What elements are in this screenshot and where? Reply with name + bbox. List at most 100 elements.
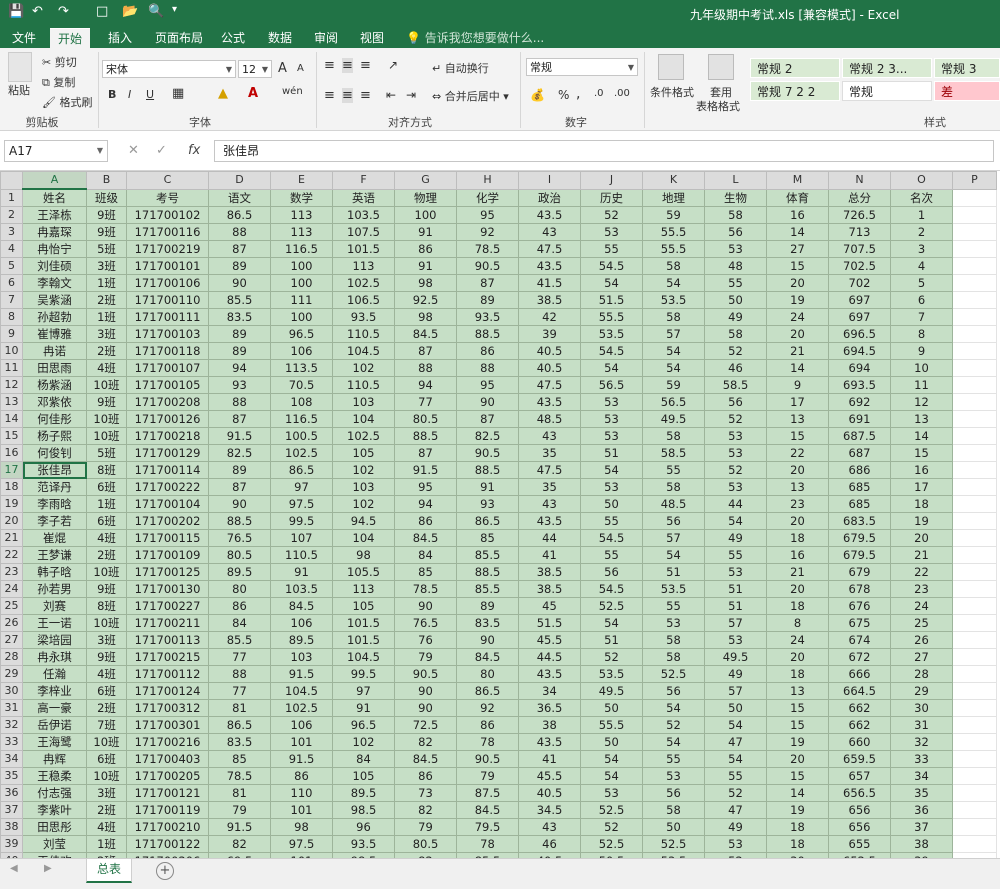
data-cell[interactable]: 171700312 — [126, 699, 209, 717]
name-cell[interactable]: 冉诺 — [22, 342, 87, 360]
style-normal-2[interactable]: 常规 2 — [750, 58, 840, 78]
data-cell[interactable]: 86.5 — [270, 461, 333, 479]
data-cell[interactable]: 702 — [828, 274, 891, 292]
data-cell[interactable]: 50 — [642, 818, 705, 836]
data-cell[interactable]: 55 — [704, 767, 767, 785]
percent-button[interactable]: % — [558, 88, 569, 102]
data-cell[interactable]: 108 — [270, 393, 333, 411]
data-cell[interactable]: 101.5 — [332, 631, 395, 649]
tab-file[interactable]: 文件 — [4, 28, 44, 48]
data-cell[interactable]: 93.5 — [456, 308, 519, 326]
data-cell[interactable]: 171700101 — [126, 257, 209, 275]
column-header-a[interactable]: A — [22, 171, 87, 190]
name-cell[interactable]: 王海鹭 — [22, 733, 87, 751]
data-cell[interactable]: 97 — [270, 478, 333, 496]
data-cell[interactable]: 20 — [766, 580, 829, 598]
data-cell[interactable]: 87.5 — [456, 784, 519, 802]
data-cell[interactable]: 58.5 — [642, 444, 705, 462]
underline-button[interactable]: U — [146, 88, 154, 101]
data-cell[interactable]: 54 — [580, 614, 643, 632]
data-cell[interactable]: 58 — [704, 206, 767, 224]
data-cell[interactable]: 53 — [580, 393, 643, 411]
empty-cell[interactable] — [952, 206, 997, 224]
name-cell[interactable]: 刘佳硕 — [22, 257, 87, 275]
data-cell[interactable]: 171700109 — [126, 546, 209, 564]
data-cell[interactable]: 657 — [828, 767, 891, 785]
wrap-text-button[interactable]: ↵ 自动换行 — [432, 60, 489, 76]
empty-cell[interactable] — [952, 614, 997, 632]
name-cell[interactable]: 李梓业 — [22, 682, 87, 700]
data-cell[interactable]: 55 — [642, 750, 705, 768]
data-cell[interactable]: 79 — [456, 767, 519, 785]
data-cell[interactable]: 46 — [704, 359, 767, 377]
data-cell[interactable]: 95 — [456, 206, 519, 224]
data-cell[interactable]: 43.5 — [518, 257, 581, 275]
data-cell[interactable]: 53 — [704, 427, 767, 445]
data-cell[interactable]: 12 — [890, 393, 953, 411]
data-cell[interactable]: 104.5 — [332, 342, 395, 360]
data-cell[interactable]: 54 — [580, 750, 643, 768]
name-cell[interactable]: 何俊钊 — [22, 444, 87, 462]
data-cell[interactable]: 686 — [828, 461, 891, 479]
data-cell[interactable]: 40.5 — [518, 784, 581, 802]
data-cell[interactable]: 8班 — [86, 461, 127, 479]
data-cell[interactable]: 36.5 — [518, 699, 581, 717]
prev-sheet-icon[interactable]: ◀ — [10, 863, 18, 874]
data-cell[interactable]: 55 — [704, 274, 767, 292]
data-cell[interactable]: 113 — [270, 223, 333, 241]
data-cell[interactable]: 86 — [456, 342, 519, 360]
data-cell[interactable]: 85 — [456, 529, 519, 547]
row-header[interactable]: 5 — [0, 257, 23, 275]
name-cell[interactable]: 杨紫涵 — [22, 376, 87, 394]
name-cell[interactable]: 李子若 — [22, 512, 87, 530]
conditional-format-button[interactable]: 条件格式 — [650, 84, 694, 100]
data-cell[interactable]: 43 — [518, 818, 581, 836]
row-header[interactable]: 39 — [0, 835, 23, 853]
empty-cell[interactable] — [952, 631, 997, 649]
empty-cell[interactable] — [952, 716, 997, 734]
data-cell[interactable]: 53.5 — [642, 580, 705, 598]
column-header-k[interactable]: K — [642, 171, 705, 190]
data-cell[interactable]: 3班 — [86, 631, 127, 649]
data-cell[interactable]: 110.5 — [332, 325, 395, 343]
tab-insert[interactable]: 插入 — [100, 28, 140, 48]
empty-cell[interactable] — [952, 495, 997, 513]
data-cell[interactable]: 105 — [332, 444, 395, 462]
data-cell[interactable]: 171700106 — [126, 274, 209, 292]
data-cell[interactable]: 171700222 — [126, 478, 209, 496]
data-cell[interactable]: 51 — [580, 444, 643, 462]
name-cell[interactable]: 刘莹 — [22, 835, 87, 853]
header-cell[interactable]: 名次 — [890, 188, 953, 207]
data-cell[interactable]: 90.5 — [456, 257, 519, 275]
data-cell[interactable]: 55.5 — [642, 223, 705, 241]
data-cell[interactable]: 171700105 — [126, 376, 209, 394]
data-cell[interactable]: 51 — [704, 580, 767, 598]
data-cell[interactable]: 100 — [270, 274, 333, 292]
empty-cell[interactable] — [952, 784, 997, 802]
column-header-d[interactable]: D — [208, 171, 271, 190]
data-cell[interactable]: 171700118 — [126, 342, 209, 360]
row-header[interactable]: 6 — [0, 274, 23, 292]
empty-cell[interactable] — [952, 767, 997, 785]
data-cell[interactable]: 95 — [456, 376, 519, 394]
data-cell[interactable]: 100 — [270, 308, 333, 326]
data-cell[interactable]: 659.5 — [828, 750, 891, 768]
data-cell[interactable]: 29 — [890, 682, 953, 700]
data-cell[interactable]: 102 — [332, 495, 395, 513]
data-cell[interactable]: 24 — [766, 308, 829, 326]
data-cell[interactable]: 54 — [642, 274, 705, 292]
data-cell[interactable]: 55.5 — [642, 240, 705, 258]
phonetic-icon[interactable]: wén — [282, 86, 303, 97]
data-cell[interactable]: 56.5 — [580, 376, 643, 394]
data-cell[interactable]: 102 — [332, 461, 395, 479]
data-cell[interactable]: 14 — [890, 427, 953, 445]
data-cell[interactable]: 80 — [208, 580, 271, 598]
row-header[interactable]: 31 — [0, 699, 23, 717]
data-cell[interactable]: 38 — [518, 716, 581, 734]
data-cell[interactable]: 1 — [890, 206, 953, 224]
data-cell[interactable]: 697 — [828, 308, 891, 326]
column-header-m[interactable]: M — [766, 171, 829, 190]
row-header[interactable]: 7 — [0, 291, 23, 309]
data-cell[interactable]: 22 — [766, 444, 829, 462]
data-cell[interactable]: 54 — [580, 461, 643, 479]
